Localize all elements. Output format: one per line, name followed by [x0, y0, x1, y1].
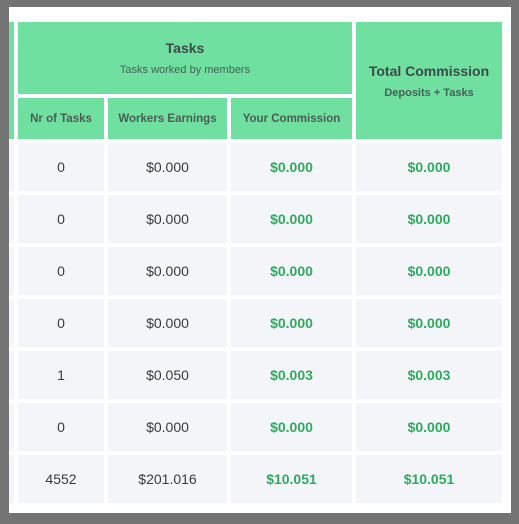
- clipped-cell: [9, 299, 14, 347]
- total-commission-title: Total Commission: [368, 62, 490, 79]
- your-commission-cell: $10.051: [231, 455, 352, 503]
- table-row: 0 $0.000 $0.000 $0.000: [9, 143, 502, 191]
- workers-earnings-cell: $0.050: [108, 351, 227, 399]
- total-commission-cell: $0.000: [356, 195, 502, 243]
- your-commission-cell: $0.000: [231, 299, 352, 347]
- clipped-cell: [9, 247, 14, 295]
- nr-of-tasks-cell: 0: [18, 195, 104, 243]
- table-row: 4552 $201.016 $10.051 $10.051: [9, 455, 502, 503]
- table-row: 0 $0.000 $0.000 $0.000: [9, 299, 502, 347]
- table-row: 0 $0.000 $0.000 $0.000: [9, 195, 502, 243]
- total-commission-cell: $0.000: [356, 247, 502, 295]
- clipped-column-header: [9, 22, 14, 139]
- total-commission-cell: $10.051: [356, 455, 502, 503]
- total-commission-cell: $0.000: [356, 143, 502, 191]
- clipped-cell: [9, 455, 14, 503]
- clipped-cell: [9, 143, 14, 191]
- total-commission-header: Total Commission Deposits + Tasks: [356, 22, 502, 139]
- nr-of-tasks-cell: 1: [18, 351, 104, 399]
- commission-panel: Tasks Tasks worked by members Total Comm…: [9, 7, 511, 513]
- your-commission-cell: $0.000: [231, 195, 352, 243]
- table-body: 0 $0.000 $0.000 $0.000 0 $0.000 $0.000 $0.000 0 $…: [9, 143, 502, 503]
- total-commission-cell: $0.000: [356, 403, 502, 451]
- clipped-cell: [9, 195, 14, 243]
- workers-earnings-cell: $201.016: [108, 455, 227, 503]
- clipped-cell: [9, 351, 14, 399]
- workers-earnings-cell: $0.000: [108, 299, 227, 347]
- nr-of-tasks-cell: 0: [18, 299, 104, 347]
- tasks-group-header: Tasks Tasks worked by members: [18, 22, 352, 94]
- workers-earnings-cell: $0.000: [108, 195, 227, 243]
- column-header-your-commission: Your Commission: [231, 98, 352, 139]
- total-commission-cell: $0.000: [356, 299, 502, 347]
- nr-of-tasks-cell: 4552: [18, 455, 104, 503]
- table-row: 1 $0.050 $0.003 $0.003: [9, 351, 502, 399]
- nr-of-tasks-cell: 0: [18, 403, 104, 451]
- table-row: 0 $0.000 $0.000 $0.000: [9, 403, 502, 451]
- nr-of-tasks-cell: 0: [18, 247, 104, 295]
- tasks-subtitle: Tasks worked by members: [119, 64, 251, 76]
- your-commission-cell: $0.000: [231, 247, 352, 295]
- column-header-nr-of-tasks: Nr of Tasks: [18, 98, 104, 139]
- your-commission-cell: $0.003: [231, 351, 352, 399]
- clipped-cell: [9, 403, 14, 451]
- total-commission-cell: $0.003: [356, 351, 502, 399]
- your-commission-cell: $0.000: [231, 403, 352, 451]
- workers-earnings-cell: $0.000: [108, 403, 227, 451]
- total-commission-subtitle: Deposits + Tasks: [384, 86, 474, 99]
- tasks-title: Tasks: [165, 40, 205, 56]
- table-row: 0 $0.000 $0.000 $0.000: [9, 247, 502, 295]
- nr-of-tasks-cell: 0: [18, 143, 104, 191]
- workers-earnings-cell: $0.000: [108, 143, 227, 191]
- commission-table: Tasks Tasks worked by members Total Comm…: [9, 18, 506, 507]
- your-commission-cell: $0.000: [231, 143, 352, 191]
- column-header-workers-earnings: Workers Earnings: [108, 98, 227, 139]
- workers-earnings-cell: $0.000: [108, 247, 227, 295]
